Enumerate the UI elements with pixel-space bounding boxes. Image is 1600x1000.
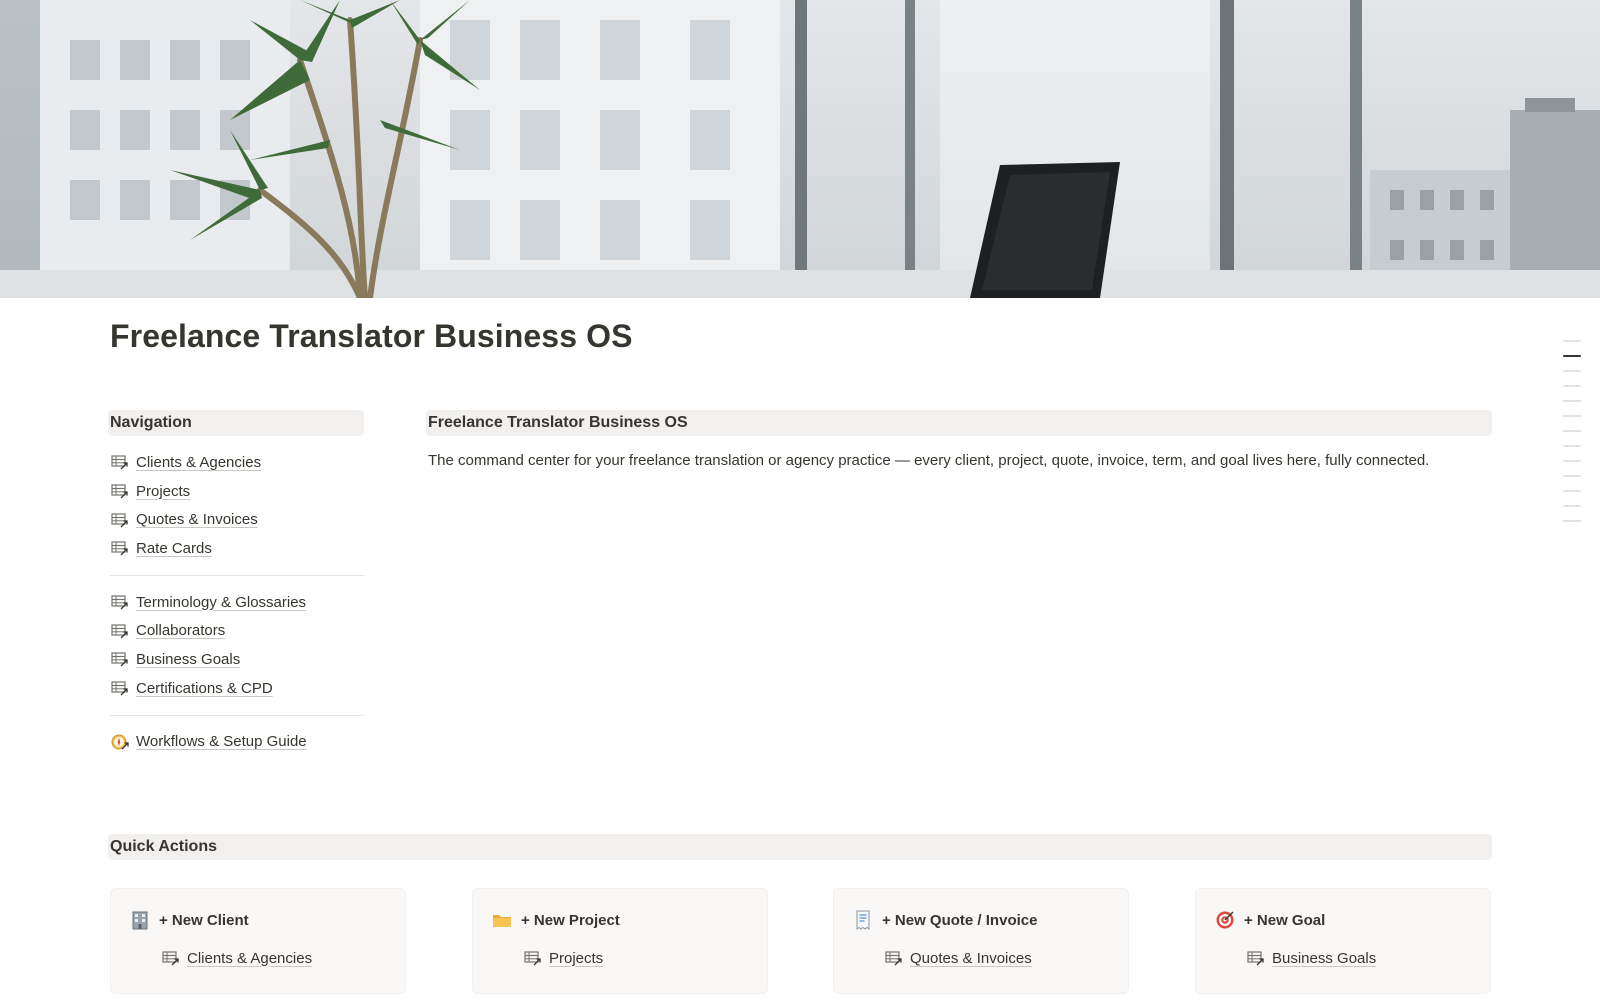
nav-divider — [110, 714, 364, 716]
nav-item-label: Clients & Agencies — [136, 453, 262, 471]
card-link-label: Quotes & Invoices — [910, 949, 1032, 967]
database-link-icon — [110, 482, 130, 500]
nav-item-label: Certifications & CPD — [136, 679, 273, 697]
quick-action-card-new-client: + New Client Clients & Agencies — [110, 888, 406, 994]
database-link-icon — [884, 949, 904, 967]
nav-item-label: Collaborators — [136, 622, 226, 640]
receipt-icon — [852, 909, 874, 931]
new-project-label: + New Project — [521, 911, 620, 929]
nav-item-quotes-invoices[interactable]: Quotes & Invoices — [110, 505, 364, 534]
nav-item-terminology-glossaries[interactable]: Terminology & Glossaries — [110, 588, 364, 617]
overview-heading: Freelance Translator Business OS — [426, 410, 1492, 436]
database-link-icon — [110, 679, 130, 697]
new-goal-label: + New Goal — [1244, 911, 1326, 929]
card-link-clients-agencies[interactable]: Clients & Agencies — [161, 949, 312, 967]
navigation-heading: Navigation — [108, 410, 364, 436]
card-link-label: Business Goals — [1272, 949, 1377, 967]
quick-action-card-new-quote-invoice: + New Quote / Invoice Quotes & Invoices — [833, 888, 1129, 994]
page-title: Freelance Translator Business OS — [110, 318, 633, 354]
nav-item-label: Terminology & Glossaries — [136, 593, 307, 611]
office-cover-illustration — [0, 0, 1600, 298]
compass-icon — [110, 733, 130, 751]
nav-item-workflows-setup-guide[interactable]: Workflows & Setup Guide — [110, 728, 364, 757]
database-link-icon — [1246, 949, 1266, 967]
table-of-contents-rail[interactable] — [1563, 340, 1581, 535]
card-link-label: Clients & Agencies — [187, 949, 313, 967]
card-link-label: Projects — [549, 949, 604, 967]
new-quote-invoice-button[interactable]: + New Quote / Invoice — [852, 909, 1037, 931]
nav-item-label: Workflows & Setup Guide — [136, 733, 307, 751]
nav-item-clients-agencies[interactable]: Clients & Agencies — [110, 448, 364, 477]
overview-description: The command center for your freelance tr… — [428, 452, 1430, 469]
office-building-icon — [129, 909, 151, 931]
database-link-icon — [161, 949, 181, 967]
nav-item-rate-cards[interactable]: Rate Cards — [110, 534, 364, 563]
cover-image — [0, 0, 1600, 298]
database-link-icon — [110, 453, 130, 471]
database-link-icon — [110, 511, 130, 529]
database-link-icon — [110, 539, 130, 557]
nav-item-certifications-cpd[interactable]: Certifications & CPD — [110, 674, 364, 703]
card-link-projects[interactable]: Projects — [523, 949, 603, 967]
nav-item-label: Quotes & Invoices — [136, 511, 258, 529]
quick-actions-heading-text: Quick Actions — [110, 838, 217, 855]
quick-action-card-new-goal: + New Goal Business Goals — [1195, 888, 1491, 994]
nav-item-projects[interactable]: Projects — [110, 477, 364, 506]
quick-actions-heading: Quick Actions — [108, 834, 1492, 860]
quick-action-card-new-project: + New Project Projects — [472, 888, 768, 994]
target-icon — [1214, 909, 1236, 931]
navigation-heading-text: Navigation — [110, 414, 192, 431]
new-client-button[interactable]: + New Client — [129, 909, 249, 931]
nav-item-label: Rate Cards — [136, 539, 212, 557]
new-client-label: + New Client — [159, 911, 249, 929]
card-link-quotes-invoices[interactable]: Quotes & Invoices — [884, 949, 1032, 967]
nav-item-label: Business Goals — [136, 650, 241, 668]
nav-item-label: Projects — [136, 482, 191, 500]
navigation-list: Clients & Agencies Projects Quotes & Inv… — [110, 448, 364, 756]
new-project-button[interactable]: + New Project — [491, 909, 620, 931]
folder-icon — [491, 909, 513, 931]
nav-item-collaborators[interactable]: Collaborators — [110, 616, 364, 645]
database-link-icon — [110, 650, 130, 668]
nav-item-business-goals[interactable]: Business Goals — [110, 645, 364, 674]
overview-heading-text: Freelance Translator Business OS — [428, 414, 688, 431]
nav-divider — [110, 574, 364, 576]
new-goal-button[interactable]: + New Goal — [1214, 909, 1325, 931]
new-quote-invoice-label: + New Quote / Invoice — [882, 911, 1038, 929]
database-link-icon — [110, 622, 130, 640]
database-link-icon — [523, 949, 543, 967]
database-link-icon — [110, 593, 130, 611]
card-link-business-goals[interactable]: Business Goals — [1246, 949, 1376, 967]
